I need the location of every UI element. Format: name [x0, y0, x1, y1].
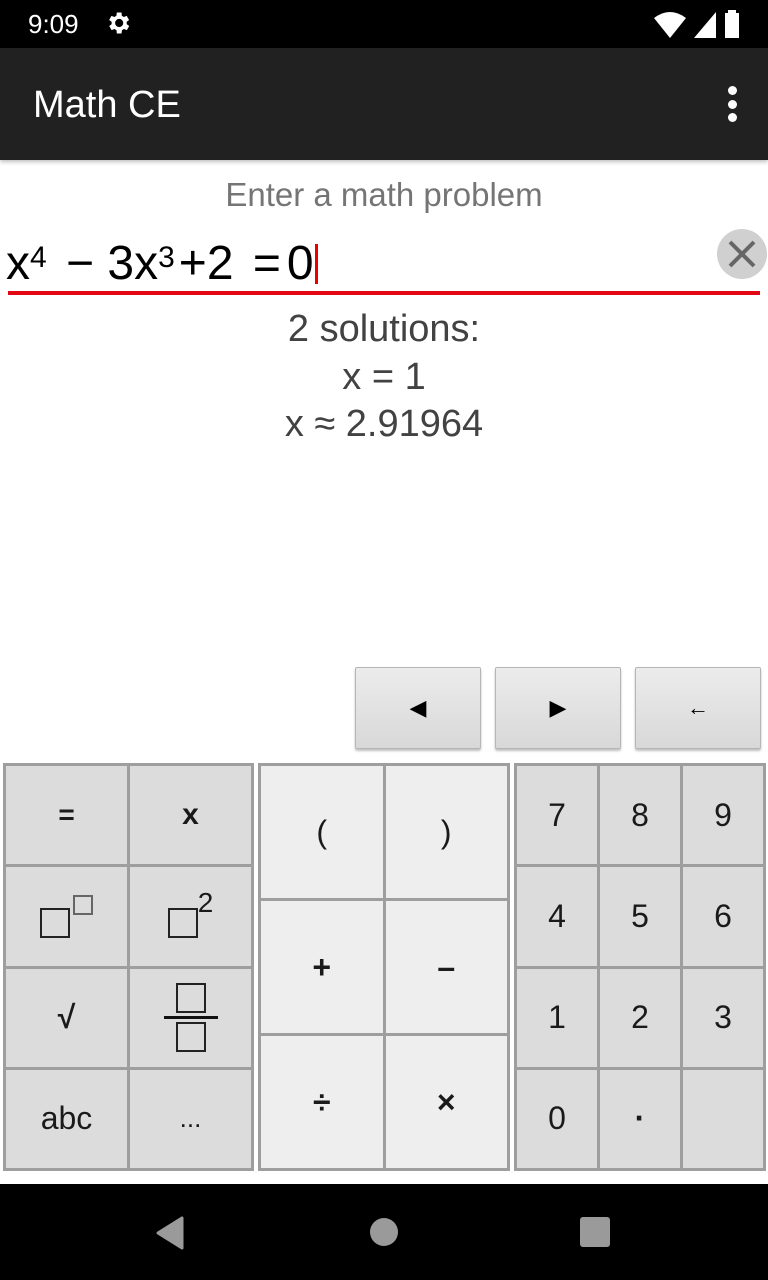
expr-exp2: 3 [158, 241, 175, 274]
expr-const: 2 [206, 237, 234, 290]
close-icon [728, 240, 756, 268]
key-0[interactable]: 0 [517, 1069, 597, 1168]
wifi-icon [654, 12, 686, 38]
more-vert-icon[interactable] [726, 86, 738, 122]
key-open-paren[interactable]: ( [261, 766, 383, 898]
key-7[interactable]: 7 [517, 766, 597, 865]
math-input-field[interactable]: x4 − 3x3+2 = 0 [6, 236, 318, 292]
denominator-box-icon [175, 1022, 206, 1053]
back-icon[interactable] [154, 1216, 186, 1250]
expr-x1: x [6, 237, 30, 290]
square-exp-label: 2 [197, 887, 214, 919]
key-more[interactable]: ... [130, 1069, 251, 1168]
cursor-right-button[interactable]: ▶ [495, 667, 621, 749]
key-6[interactable]: 6 [683, 867, 763, 966]
key-2[interactable]: 2 [600, 968, 680, 1067]
solution-2: x ≈ 2.91964 [284, 403, 484, 445]
cursor-left-button[interactable]: ◀ [355, 667, 481, 749]
gear-icon [104, 9, 132, 42]
expr-rhs: 0 [286, 237, 314, 290]
key-plus[interactable]: + [261, 901, 383, 1033]
power-exp-box-icon [73, 895, 93, 916]
home-icon[interactable] [369, 1217, 399, 1247]
key-sqrt[interactable]: √ [6, 968, 127, 1067]
result-header: 2 solutions: [287, 308, 481, 350]
key-3[interactable]: 3 [683, 968, 763, 1067]
key-blank[interactable] [683, 1069, 763, 1168]
app-bar: Math CE [0, 48, 768, 160]
key-9[interactable]: 9 [683, 766, 763, 865]
key-x[interactable]: x [130, 766, 251, 865]
input-hint: Enter a math problem [225, 176, 543, 213]
status-time: 9:09 [28, 9, 79, 39]
number-keypad: 7 8 9 4 5 6 1 2 3 0 · [514, 763, 766, 1171]
expr-equals: = [252, 237, 281, 290]
numerator-box-icon [175, 983, 206, 1014]
expr-x2: x [134, 237, 159, 290]
key-divide[interactable]: ÷ [261, 1036, 383, 1168]
backspace-button[interactable]: ← [635, 667, 761, 749]
expr-coef: 3 [107, 237, 135, 290]
fraction-bar [163, 1016, 218, 1020]
expr-plus: + [178, 237, 207, 290]
recents-icon[interactable] [580, 1217, 610, 1247]
app-title: Math CE [33, 84, 181, 126]
key-8[interactable]: 8 [600, 766, 680, 865]
function-keypad: = x 2 √ abc ... [3, 763, 254, 1171]
key-power[interactable] [6, 867, 127, 966]
key-minus[interactable]: – [385, 901, 507, 1033]
clear-button[interactable] [717, 229, 767, 279]
signal-icon [694, 12, 716, 38]
key-4[interactable]: 4 [517, 867, 597, 966]
key-5[interactable]: 5 [600, 867, 680, 966]
system-nav-bar [0, 1184, 768, 1280]
battery-icon [725, 10, 739, 38]
key-fraction[interactable] [130, 968, 251, 1067]
key-square[interactable]: 2 [130, 867, 251, 966]
square-base-box-icon [167, 908, 198, 939]
solution-1: x = 1 [342, 356, 426, 398]
key-abc[interactable]: abc [6, 1069, 127, 1168]
key-close-paren[interactable]: ) [385, 766, 507, 898]
key-decimal[interactable]: · [600, 1069, 680, 1168]
expr-minus: − [66, 237, 95, 290]
key-1[interactable]: 1 [517, 968, 597, 1067]
operator-keypad: ( ) + – ÷ × [258, 763, 510, 1171]
status-bar: 9:09 [0, 0, 768, 48]
power-base-box-icon [40, 908, 70, 939]
expr-exp1: 4 [30, 241, 47, 274]
input-underline [8, 291, 760, 295]
key-equals[interactable]: = [6, 766, 127, 865]
text-cursor [314, 244, 318, 285]
key-multiply[interactable]: × [385, 1036, 507, 1168]
